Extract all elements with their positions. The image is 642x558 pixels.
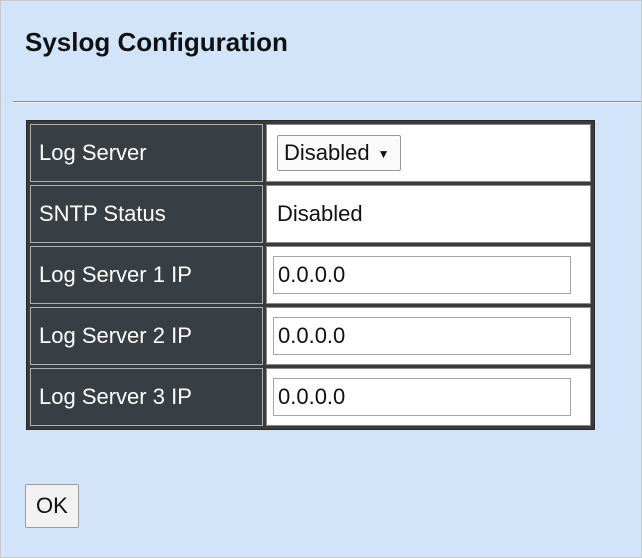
table-row-log-server-2-ip: Log Server 2 IP — [30, 307, 591, 365]
sntp-status-label: SNTP Status — [30, 185, 263, 243]
log-server-3-ip-input[interactable] — [273, 378, 571, 416]
log-server-2-ip-label: Log Server 2 IP — [30, 307, 263, 365]
ok-button[interactable]: OK — [25, 484, 79, 528]
log-server-label: Log Server — [30, 124, 263, 182]
dropdown-arrow-icon: ▼ — [377, 147, 390, 162]
log-server-3-ip-label: Log Server 3 IP — [30, 368, 263, 426]
log-server-1-ip-input[interactable] — [273, 256, 571, 294]
log-server-select[interactable]: Disabled ▼ — [277, 135, 401, 171]
log-server-cell: Disabled ▼ — [266, 124, 591, 182]
table-row-log-server: Log Server Disabled ▼ — [30, 124, 591, 182]
page-title: Syslog Configuration — [25, 27, 288, 57]
log-server-selected-value: Disabled — [284, 140, 370, 165]
log-server-2-ip-cell — [266, 307, 591, 365]
table-row-sntp-status: SNTP Status Disabled — [30, 185, 591, 243]
log-server-2-ip-input[interactable] — [273, 317, 571, 355]
log-server-1-ip-cell — [266, 246, 591, 304]
syslog-config-table: Log Server Disabled ▼ SNTP Status Disable… — [26, 120, 595, 430]
table-row-log-server-3-ip: Log Server 3 IP — [30, 368, 591, 426]
title-divider — [13, 101, 641, 103]
log-server-3-ip-cell — [266, 368, 591, 426]
syslog-configuration-panel: Syslog Configuration Log Server Disabled… — [0, 0, 642, 558]
table-row-log-server-1-ip: Log Server 1 IP — [30, 246, 591, 304]
log-server-1-ip-label: Log Server 1 IP — [30, 246, 263, 304]
sntp-status-value: Disabled — [266, 185, 591, 243]
